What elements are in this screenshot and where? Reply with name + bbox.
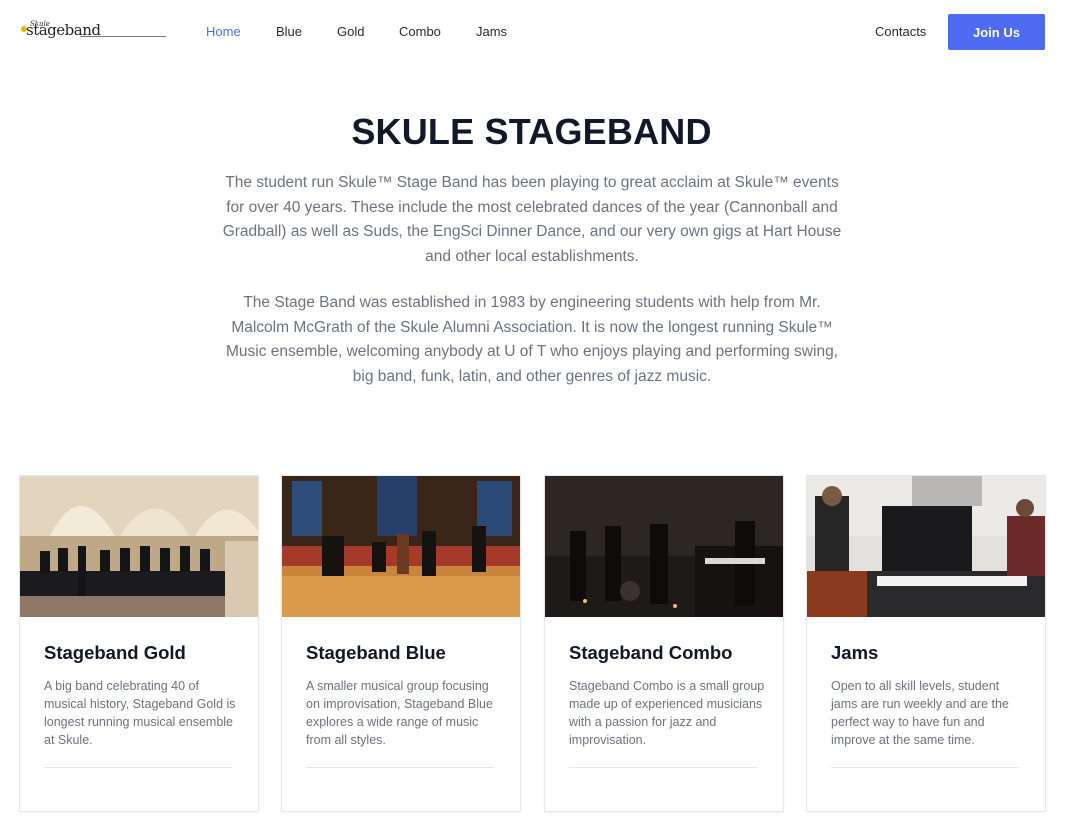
- logo-underline: [80, 36, 166, 37]
- card-title: Stageband Combo: [569, 642, 733, 663]
- stageband-logo[interactable]: Skule stageband: [20, 20, 166, 40]
- card-description: A smaller musical group focusing on impr…: [306, 679, 493, 747]
- stageband-gold-photo: [20, 476, 258, 617]
- card-divider: [831, 767, 1019, 768]
- card-description: A big band celebrating 40 of musical his…: [44, 679, 236, 747]
- card-divider: [306, 767, 494, 768]
- stageband-combo-photo: [545, 476, 783, 617]
- nav-link-combo[interactable]: Combo: [399, 24, 441, 39]
- card-divider: [569, 767, 757, 768]
- card-description: Stageband Combo is a small group made up…: [569, 679, 765, 747]
- card-stageband-gold[interactable]: Stageband Gold A big band celebrating 40…: [20, 476, 258, 811]
- card-title: Stageband Blue: [306, 642, 446, 663]
- card-title: Stageband Gold: [44, 642, 186, 663]
- card-divider: [44, 767, 232, 768]
- join-us-button[interactable]: Join Us: [948, 14, 1045, 50]
- jams-photo: [807, 476, 1045, 617]
- intro-paragraph-1: The student run Skule™ Stage Band has be…: [222, 174, 842, 265]
- card-description: Open to all skill levels, student jams a…: [831, 679, 1009, 747]
- top-navbar: Skule stageband Home Blue Gold Combo Jam…: [0, 0, 1075, 64]
- page-title: SKULE STAGEBAND: [351, 111, 712, 152]
- nav-link-contacts[interactable]: Contacts: [875, 24, 926, 39]
- nav-link-jams[interactable]: Jams: [476, 24, 507, 39]
- stageband-blue-photo: [282, 476, 520, 617]
- nav-link-blue[interactable]: Blue: [276, 24, 302, 39]
- card-jams[interactable]: Jams Open to all skill levels, student j…: [807, 476, 1045, 811]
- nav-link-gold[interactable]: Gold: [337, 24, 364, 39]
- intro-paragraph-2: The Stage Band was established in 1983 b…: [226, 294, 838, 385]
- nav-link-home[interactable]: Home: [206, 24, 241, 39]
- card-stageband-combo[interactable]: Stageband Combo Stageband Combo is a sma…: [545, 476, 783, 811]
- card-title: Jams: [831, 642, 879, 663]
- card-stageband-blue[interactable]: Stageband Blue A smaller musical group f…: [282, 476, 520, 811]
